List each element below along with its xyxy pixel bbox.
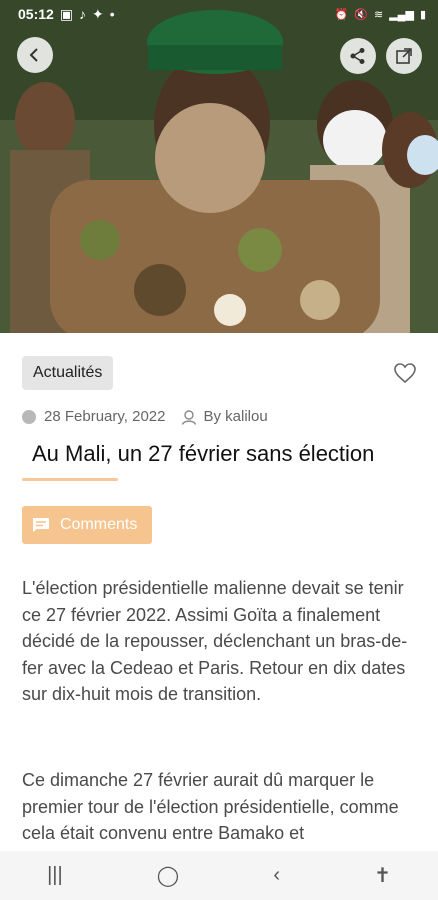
category-tag[interactable]: Actualités bbox=[22, 356, 114, 390]
article-paragraph: L'élection présidentielle malienne devai… bbox=[22, 578, 408, 704]
image-icon: ▣ bbox=[59, 5, 74, 22]
battery-icon: ▮ bbox=[419, 8, 426, 21]
mute-icon: 🔇 bbox=[354, 8, 368, 21]
open-external-button[interactable] bbox=[386, 38, 422, 74]
status-time: 05:12 bbox=[18, 6, 54, 22]
back-nav-icon[interactable]: ‹ bbox=[273, 864, 280, 887]
wifi-icon: ≋ bbox=[374, 8, 384, 21]
chevron-left-icon bbox=[29, 48, 38, 62]
title-underline bbox=[22, 478, 118, 481]
accessibility-icon[interactable]: ✝ bbox=[374, 863, 391, 888]
article-title: Au Mali, un 27 février sans élection bbox=[32, 441, 375, 466]
tiktok-icon: ♪ bbox=[79, 6, 87, 22]
share-icon bbox=[350, 48, 365, 64]
heart-icon[interactable] bbox=[393, 362, 417, 384]
back-button[interactable] bbox=[17, 37, 53, 73]
article-author: By kalilou bbox=[203, 408, 268, 425]
clock-icon bbox=[22, 409, 36, 424]
user-icon bbox=[182, 409, 197, 425]
recents-icon[interactable]: ||| bbox=[47, 864, 63, 887]
alarm-icon: ⏰ bbox=[334, 8, 349, 21]
external-link-icon bbox=[396, 48, 412, 64]
article-meta: 28 February, 2022 By kalilou bbox=[22, 408, 268, 425]
article-date: 28 February, 2022 bbox=[44, 408, 166, 425]
article-paragraph: Ce dimanche 27 février aurait dû marquer… bbox=[22, 770, 399, 843]
comments-button[interactable]: Comments bbox=[22, 506, 152, 544]
signal-icon: ▂▄▆ bbox=[389, 8, 414, 21]
dot-icon: • bbox=[109, 6, 115, 22]
twitter-icon: ✦ bbox=[92, 5, 104, 22]
comments-label: Comments bbox=[60, 516, 138, 533]
status-bar: 05:12 ▣ ♪ ✦ • ⏰ 🔇 ≋ ▂▄▆ ▮ bbox=[0, 0, 438, 28]
system-nav-bar: ||| ◯ ‹ ✝ bbox=[0, 851, 438, 900]
share-button[interactable] bbox=[340, 38, 376, 74]
home-icon[interactable]: ◯ bbox=[157, 863, 179, 888]
comment-icon bbox=[33, 518, 49, 532]
